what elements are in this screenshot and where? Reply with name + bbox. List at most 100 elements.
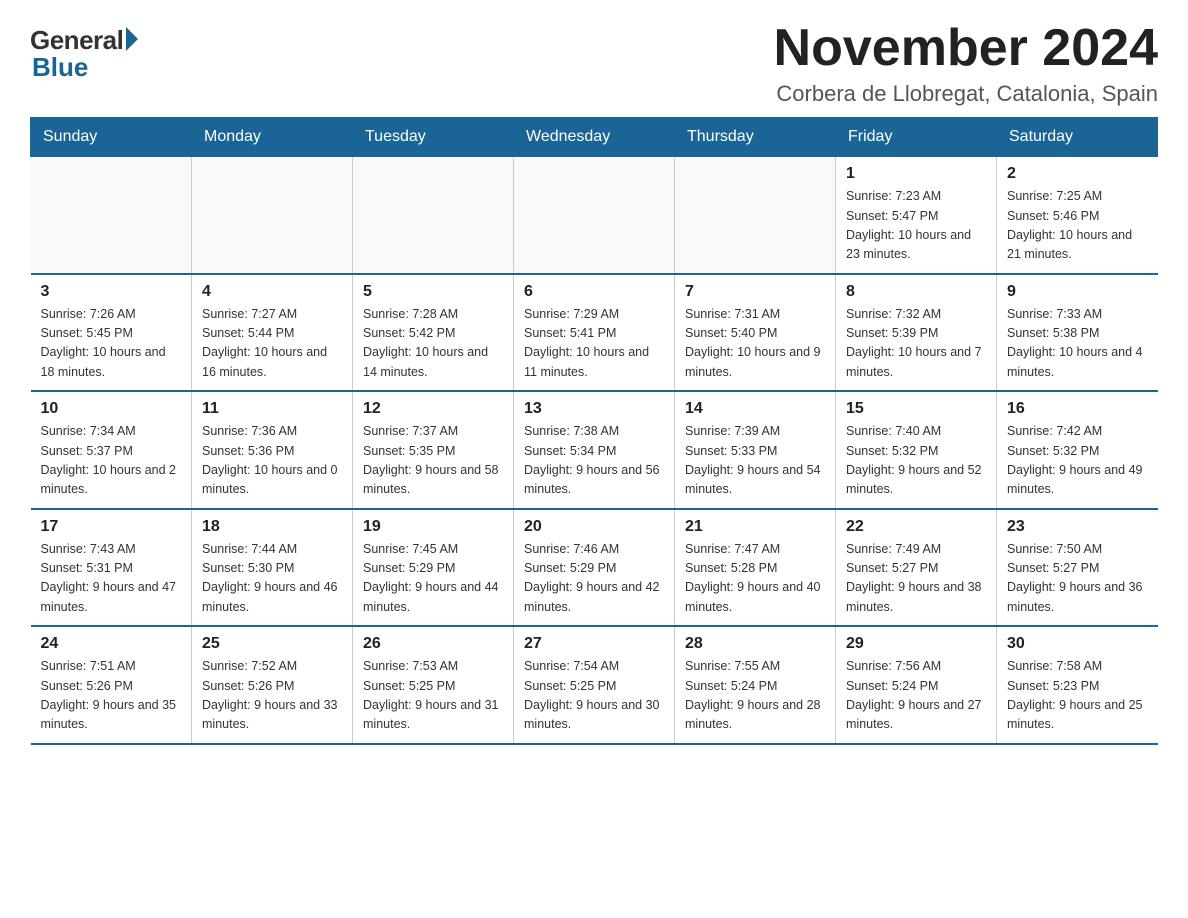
calendar-cell: 27 Sunrise: 7:54 AMSunset: 5:25 PMDayligh… (514, 626, 675, 744)
weekday-header-tuesday: Tuesday (353, 118, 514, 157)
day-info: Sunrise: 7:54 AMSunset: 5:25 PMDaylight:… (524, 657, 664, 735)
calendar-table: SundayMondayTuesdayWednesdayThursdayFrid… (30, 117, 1158, 745)
day-number: 25 (202, 635, 342, 653)
calendar-cell: 28 Sunrise: 7:55 AMSunset: 5:24 PMDayligh… (675, 626, 836, 744)
calendar-cell (675, 157, 836, 274)
day-info: Sunrise: 7:32 AMSunset: 5:39 PMDaylight:… (846, 305, 986, 383)
day-info: Sunrise: 7:33 AMSunset: 5:38 PMDaylight:… (1007, 305, 1148, 383)
calendar-cell: 9 Sunrise: 7:33 AMSunset: 5:38 PMDaylight… (997, 274, 1158, 392)
calendar-cell: 30 Sunrise: 7:58 AMSunset: 5:23 PMDayligh… (997, 626, 1158, 744)
day-info: Sunrise: 7:58 AMSunset: 5:23 PMDaylight:… (1007, 657, 1148, 735)
weekday-header-sunday: Sunday (31, 118, 192, 157)
day-info: Sunrise: 7:50 AMSunset: 5:27 PMDaylight:… (1007, 540, 1148, 618)
day-number: 1 (846, 165, 986, 183)
day-number: 19 (363, 518, 503, 536)
day-info: Sunrise: 7:39 AMSunset: 5:33 PMDaylight:… (685, 422, 825, 500)
day-number: 23 (1007, 518, 1148, 536)
day-number: 21 (685, 518, 825, 536)
logo: General Blue (30, 20, 138, 83)
calendar-cell: 13 Sunrise: 7:38 AMSunset: 5:34 PMDayligh… (514, 391, 675, 509)
day-number: 11 (202, 400, 342, 418)
day-number: 9 (1007, 283, 1148, 301)
calendar-cell: 14 Sunrise: 7:39 AMSunset: 5:33 PMDayligh… (675, 391, 836, 509)
day-number: 29 (846, 635, 986, 653)
calendar-cell: 6Sunrise: 7:29 AMSunset: 5:41 PMDaylight… (514, 274, 675, 392)
month-title: November 2024 (774, 20, 1158, 77)
weekday-header-saturday: Saturday (997, 118, 1158, 157)
calendar-cell: 4 Sunrise: 7:27 AMSunset: 5:44 PMDaylight… (192, 274, 353, 392)
day-info: Sunrise: 7:27 AMSunset: 5:44 PMDaylight:… (202, 305, 342, 383)
page-header: General Blue November 2024 Corbera de Ll… (30, 20, 1158, 107)
day-info: Sunrise: 7:51 AMSunset: 5:26 PMDaylight:… (41, 657, 182, 735)
weekday-header-wednesday: Wednesday (514, 118, 675, 157)
day-number: 24 (41, 635, 182, 653)
day-number: 27 (524, 635, 664, 653)
calendar-cell: 17 Sunrise: 7:43 AMSunset: 5:31 PMDayligh… (31, 509, 192, 627)
calendar-cell (353, 157, 514, 274)
day-number: 12 (363, 400, 503, 418)
day-info: Sunrise: 7:38 AMSunset: 5:34 PMDaylight:… (524, 422, 664, 500)
calendar-cell: 22 Sunrise: 7:49 AMSunset: 5:27 PMDayligh… (836, 509, 997, 627)
day-info: Sunrise: 7:53 AMSunset: 5:25 PMDaylight:… (363, 657, 503, 735)
day-number: 22 (846, 518, 986, 536)
day-info: Sunrise: 7:45 AMSunset: 5:29 PMDaylight:… (363, 540, 503, 618)
day-info: Sunrise: 7:55 AMSunset: 5:24 PMDaylight:… (685, 657, 825, 735)
calendar-cell: 25 Sunrise: 7:52 AMSunset: 5:26 PMDayligh… (192, 626, 353, 744)
calendar-cell: 10 Sunrise: 7:34 AMSunset: 5:37 PMDayligh… (31, 391, 192, 509)
day-info: Sunrise: 7:40 AMSunset: 5:32 PMDaylight:… (846, 422, 986, 500)
calendar-body: 1 Sunrise: 7:23 AMSunset: 5:47 PMDaylight… (31, 157, 1158, 744)
calendar-cell: 29 Sunrise: 7:56 AMSunset: 5:24 PMDayligh… (836, 626, 997, 744)
day-info: Sunrise: 7:36 AMSunset: 5:36 PMDaylight:… (202, 422, 342, 500)
day-info: Sunrise: 7:25 AMSunset: 5:46 PMDaylight:… (1007, 187, 1148, 265)
calendar-cell: 15 Sunrise: 7:40 AMSunset: 5:32 PMDayligh… (836, 391, 997, 509)
calendar-cell: 12 Sunrise: 7:37 AMSunset: 5:35 PMDayligh… (353, 391, 514, 509)
calendar-week-row: 10 Sunrise: 7:34 AMSunset: 5:37 PMDayligh… (31, 391, 1158, 509)
calendar-cell: 8 Sunrise: 7:32 AMSunset: 5:39 PMDaylight… (836, 274, 997, 392)
day-number: 16 (1007, 400, 1148, 418)
day-info: Sunrise: 7:44 AMSunset: 5:30 PMDaylight:… (202, 540, 342, 618)
day-info: Sunrise: 7:47 AMSunset: 5:28 PMDaylight:… (685, 540, 825, 618)
calendar-cell: 5Sunrise: 7:28 AMSunset: 5:42 PMDaylight… (353, 274, 514, 392)
day-number: 18 (202, 518, 342, 536)
day-info: Sunrise: 7:49 AMSunset: 5:27 PMDaylight:… (846, 540, 986, 618)
day-info: Sunrise: 7:26 AMSunset: 5:45 PMDaylight:… (41, 305, 182, 383)
day-number: 20 (524, 518, 664, 536)
logo-blue-text: Blue (32, 52, 88, 83)
day-number: 13 (524, 400, 664, 418)
calendar-header: SundayMondayTuesdayWednesdayThursdayFrid… (31, 118, 1158, 157)
day-info: Sunrise: 7:34 AMSunset: 5:37 PMDaylight:… (41, 422, 182, 500)
day-number: 10 (41, 400, 182, 418)
calendar-cell: 20Sunrise: 7:46 AMSunset: 5:29 PMDayligh… (514, 509, 675, 627)
weekday-header-monday: Monday (192, 118, 353, 157)
day-number: 3 (41, 283, 182, 301)
calendar-cell: 19 Sunrise: 7:45 AMSunset: 5:29 PMDayligh… (353, 509, 514, 627)
day-number: 26 (363, 635, 503, 653)
calendar-cell: 7Sunrise: 7:31 AMSunset: 5:40 PMDaylight… (675, 274, 836, 392)
day-number: 8 (846, 283, 986, 301)
day-number: 4 (202, 283, 342, 301)
day-info: Sunrise: 7:56 AMSunset: 5:24 PMDaylight:… (846, 657, 986, 735)
logo-arrow-icon (126, 27, 138, 51)
day-number: 2 (1007, 165, 1148, 183)
calendar-week-row: 1 Sunrise: 7:23 AMSunset: 5:47 PMDaylight… (31, 157, 1158, 274)
weekday-header-friday: Friday (836, 118, 997, 157)
calendar-cell: 16 Sunrise: 7:42 AMSunset: 5:32 PMDayligh… (997, 391, 1158, 509)
calendar-cell: 23 Sunrise: 7:50 AMSunset: 5:27 PMDayligh… (997, 509, 1158, 627)
day-info: Sunrise: 7:28 AMSunset: 5:42 PMDaylight:… (363, 305, 503, 383)
day-info: Sunrise: 7:37 AMSunset: 5:35 PMDaylight:… (363, 422, 503, 500)
day-number: 17 (41, 518, 182, 536)
calendar-cell: 21 Sunrise: 7:47 AMSunset: 5:28 PMDayligh… (675, 509, 836, 627)
day-info: Sunrise: 7:52 AMSunset: 5:26 PMDaylight:… (202, 657, 342, 735)
day-number: 15 (846, 400, 986, 418)
calendar-cell: 18 Sunrise: 7:44 AMSunset: 5:30 PMDayligh… (192, 509, 353, 627)
day-number: 30 (1007, 635, 1148, 653)
calendar-cell (514, 157, 675, 274)
day-info: Sunrise: 7:42 AMSunset: 5:32 PMDaylight:… (1007, 422, 1148, 500)
day-info: Sunrise: 7:23 AMSunset: 5:47 PMDaylight:… (846, 187, 986, 265)
weekday-header-thursday: Thursday (675, 118, 836, 157)
day-number: 28 (685, 635, 825, 653)
day-info: Sunrise: 7:43 AMSunset: 5:31 PMDaylight:… (41, 540, 182, 618)
calendar-cell: 26 Sunrise: 7:53 AMSunset: 5:25 PMDayligh… (353, 626, 514, 744)
title-area: November 2024 Corbera de Llobregat, Cata… (774, 20, 1158, 107)
day-number: 14 (685, 400, 825, 418)
